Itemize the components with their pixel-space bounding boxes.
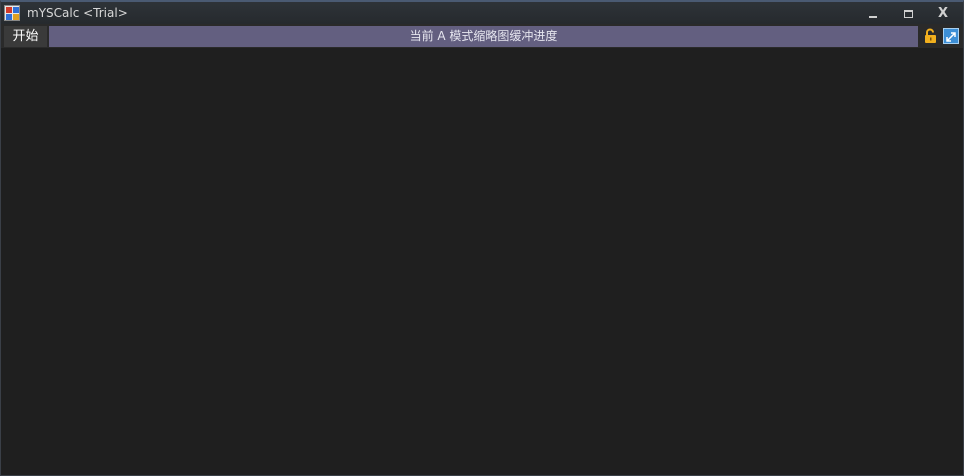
start-button[interactable]: 开始 <box>4 26 47 47</box>
maximize-icon <box>904 10 913 18</box>
expand-icon[interactable] <box>943 28 959 44</box>
toolbar: 开始 当前 A 模式缩略图缓冲进度 <box>1 24 963 48</box>
app-icon[interactable] <box>4 5 20 21</box>
main-content-area <box>3 48 961 474</box>
minimize-button[interactable] <box>858 5 888 22</box>
app-window: mYSCalc <Trial> X 开始 当前 A 模式缩略图缓冲进度 <box>0 0 964 476</box>
maximize-button[interactable] <box>893 5 923 22</box>
close-icon: X <box>937 6 949 21</box>
minimize-icon <box>869 16 877 18</box>
progress-status-bar: 当前 A 模式缩略图缓冲进度 <box>49 26 918 47</box>
window-title: mYSCalc <Trial> <box>27 6 128 20</box>
title-bar[interactable]: mYSCalc <Trial> X <box>1 2 963 24</box>
close-button[interactable]: X <box>928 5 958 22</box>
lock-icon[interactable] <box>923 28 939 44</box>
